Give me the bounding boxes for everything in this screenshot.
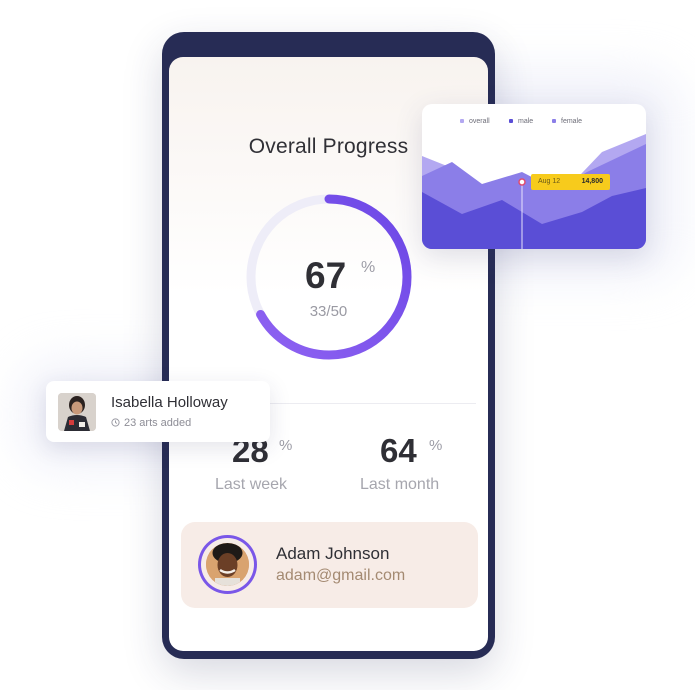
profile-subtitle: 23 arts added [111,417,191,429]
progress-percent-unit: % [361,259,376,276]
progress-fraction: 33/50 [309,303,348,320]
user-name: Adam Johnson [276,544,390,563]
progress-percent: 67 [305,255,347,296]
stat-month-value: 64 [380,432,417,469]
chart-tooltip: Aug 12 14,800 [531,174,610,190]
user-card[interactable]: Adam Johnson adam@gmail.com [181,522,478,608]
legend-overall: overall [460,118,490,125]
user-email[interactable]: adam@gmail.com [276,567,405,585]
stat-month-unit: % [429,437,443,454]
legend-male: male [509,118,533,125]
stat-week-unit: % [279,437,293,454]
avatar-photo [206,543,249,586]
stat-month-label: Last month [360,476,440,493]
tooltip-value: 14,800 [581,178,603,185]
profile-card[interactable]: Isabella Holloway 23 arts added [46,381,270,442]
tooltip-label: Aug 12 [538,178,561,185]
chart-card: overall male female Aug 12 14,800 [422,104,646,249]
profile-photo [58,393,96,431]
avatar[interactable] [198,535,257,594]
stat-week-label: Last week [215,476,288,493]
clock-icon [111,418,120,427]
profile-name: Isabella Holloway [111,394,228,411]
legend-female: female [552,118,582,125]
tooltip-point [518,178,526,186]
